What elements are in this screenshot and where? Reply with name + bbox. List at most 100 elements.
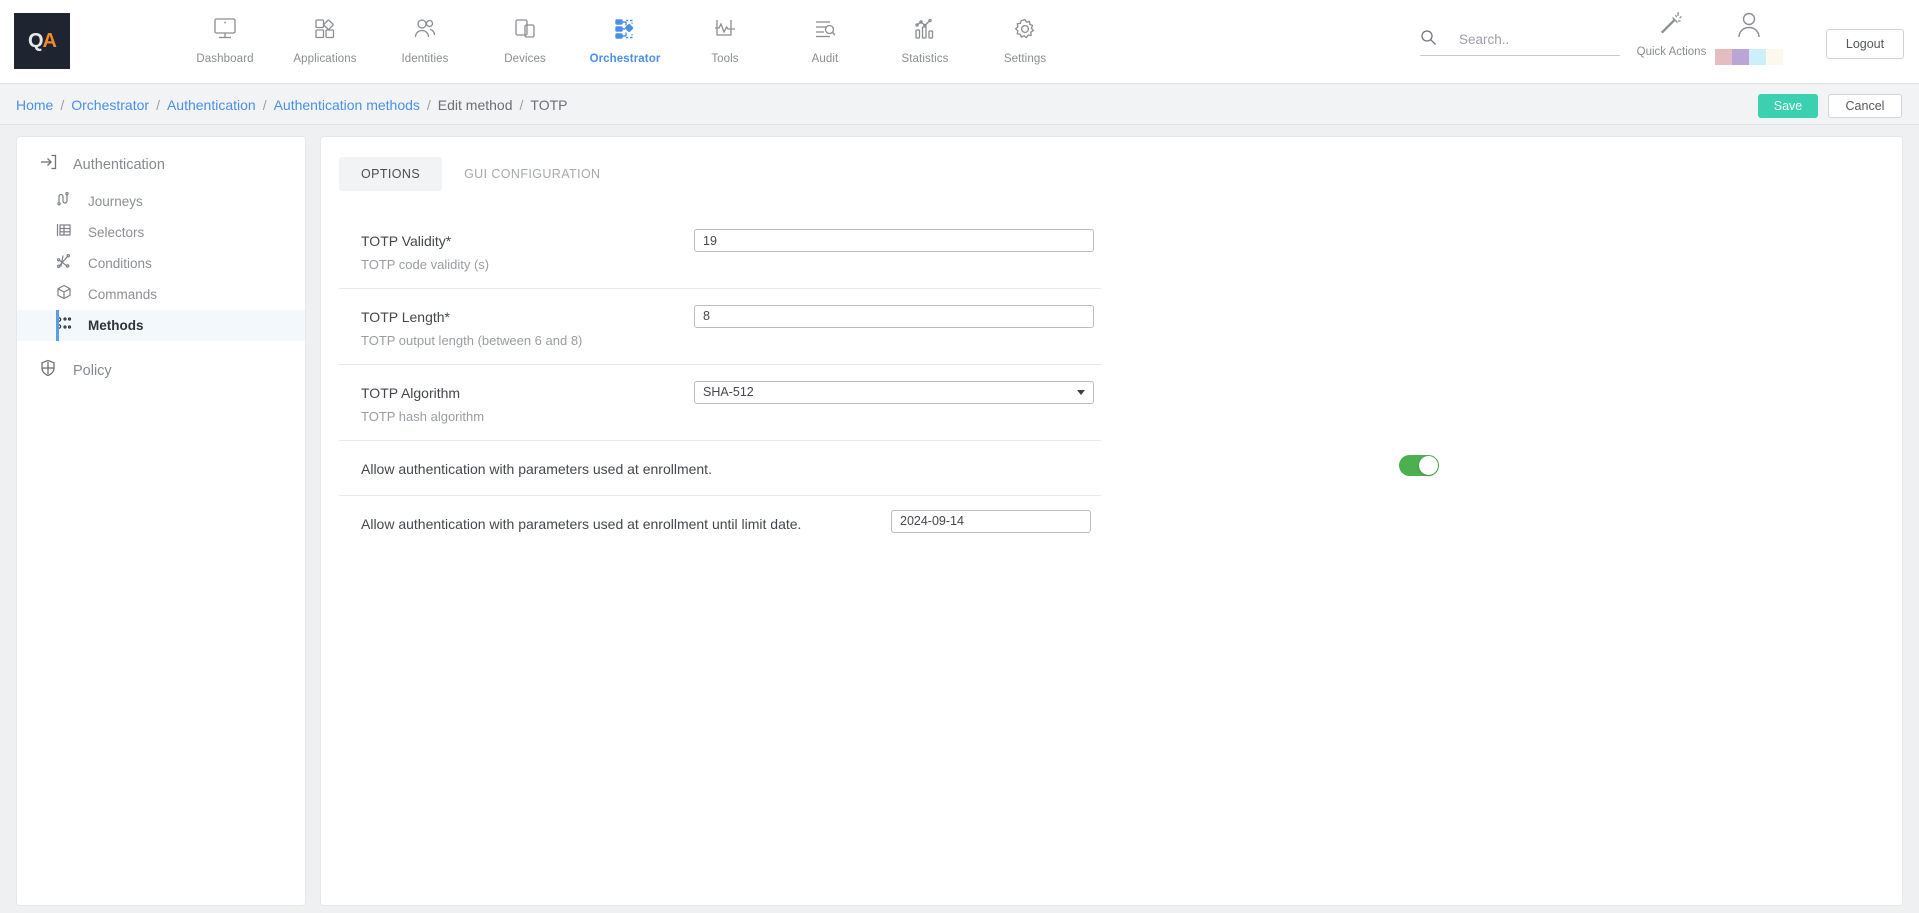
nav-label-applications: Applications bbox=[293, 53, 356, 65]
users-icon bbox=[412, 14, 438, 44]
grid-apps-icon bbox=[312, 14, 338, 44]
journeys-icon bbox=[56, 191, 72, 212]
conditions-graph-icon bbox=[56, 253, 72, 274]
nav-item-audit[interactable]: Audit bbox=[775, 8, 875, 65]
cancel-button[interactable]: Cancel bbox=[1828, 94, 1902, 118]
breadcrumb-item-home[interactable]: Home bbox=[16, 97, 53, 113]
main-navigation: Dashboard Applications bbox=[175, 8, 1075, 65]
field-row-totp-algorithm: TOTP Algorithm TOTP hash algorithm SHA-5… bbox=[339, 365, 1101, 441]
orchestrator-flow-icon bbox=[612, 14, 638, 44]
breadcrumb-item-totp: TOTP bbox=[530, 97, 567, 113]
sidebar-item-conditions[interactable]: Conditions bbox=[17, 248, 305, 279]
tab-bar: OPTIONS GUI CONFIGURATION bbox=[321, 137, 1902, 191]
swatch-2 bbox=[1732, 49, 1749, 65]
sidebar-item-label: Policy bbox=[73, 363, 112, 379]
sidebar-item-label: Selectors bbox=[88, 225, 144, 240]
nav-label-statistics: Statistics bbox=[901, 53, 948, 65]
nav-label-dashboard: Dashboard bbox=[196, 53, 253, 65]
allow-enrollment-params-toggle[interactable] bbox=[1399, 455, 1439, 476]
nav-item-orchestrator[interactable]: Orchestrator bbox=[575, 8, 675, 65]
nav-item-statistics[interactable]: Statistics bbox=[875, 8, 975, 65]
nav-label-devices: Devices bbox=[504, 53, 546, 65]
save-button[interactable]: Save bbox=[1758, 94, 1818, 118]
search-box[interactable] bbox=[1420, 24, 1620, 56]
breadcrumb: Home / Orchestrator / Authentication / A… bbox=[16, 97, 567, 113]
field-label-group: TOTP Length* TOTP output length (between… bbox=[361, 308, 701, 348]
totp-algorithm-select-wrap: SHA-512 bbox=[694, 381, 1094, 404]
field-label: Allow authentication with parameters use… bbox=[361, 460, 1061, 479]
magic-wand-icon bbox=[1659, 10, 1685, 41]
nav-item-tools[interactable]: Tools bbox=[675, 8, 775, 65]
nav-label-tools: Tools bbox=[711, 53, 738, 65]
nav-item-applications[interactable]: Applications bbox=[275, 8, 375, 65]
field-control bbox=[694, 305, 1094, 328]
sidebar-items: Journeys Selectors Condit bbox=[17, 186, 305, 341]
field-label-group: Allow authentication with parameters use… bbox=[361, 460, 1061, 479]
logo-text: QA bbox=[28, 31, 56, 51]
logo-letter-q: Q bbox=[28, 30, 43, 52]
totp-algorithm-select[interactable]: SHA-512 bbox=[694, 381, 1094, 404]
enrollment-limit-date-input[interactable] bbox=[891, 510, 1091, 533]
selectors-table-icon bbox=[56, 222, 72, 243]
swatch-1 bbox=[1715, 49, 1732, 65]
breadcrumb-separator: / bbox=[60, 97, 64, 113]
theme-swatches[interactable] bbox=[1715, 49, 1783, 65]
nav-item-identities[interactable]: Identities bbox=[375, 8, 475, 65]
nav-label-identities: Identities bbox=[401, 53, 448, 65]
field-control bbox=[891, 510, 1091, 533]
sidebar-header-authentication[interactable]: Authentication bbox=[17, 137, 305, 182]
nav-label-settings: Settings bbox=[1004, 53, 1046, 65]
tab-options[interactable]: OPTIONS bbox=[339, 157, 442, 191]
nav-label-audit: Audit bbox=[812, 53, 839, 65]
field-row-totp-validity: TOTP Validity* TOTP code validity (s) bbox=[339, 213, 1101, 289]
breadcrumb-bar: Home / Orchestrator / Authentication / A… bbox=[0, 85, 1919, 125]
totp-length-input[interactable] bbox=[694, 305, 1094, 328]
tools-pulse-icon bbox=[712, 14, 738, 44]
breadcrumb-item-edit-method: Edit method bbox=[438, 97, 513, 113]
app-logo[interactable]: QA bbox=[14, 13, 70, 69]
monitor-icon bbox=[212, 14, 238, 44]
search-icon bbox=[1420, 29, 1437, 51]
top-header-bar: QA Dashboard Applicatio bbox=[0, 0, 1919, 84]
sidebar-item-label: Journeys bbox=[88, 194, 143, 209]
sidebar-item-selectors[interactable]: Selectors bbox=[17, 217, 305, 248]
avatar[interactable] bbox=[1714, 10, 1784, 65]
field-control bbox=[1399, 455, 1439, 476]
nav-item-devices[interactable]: Devices bbox=[475, 8, 575, 65]
breadcrumb-item-authentication-methods[interactable]: Authentication methods bbox=[274, 97, 420, 113]
field-hint: TOTP code validity (s) bbox=[361, 257, 701, 272]
sidebar-item-policy[interactable]: Policy bbox=[17, 341, 305, 382]
nav-item-dashboard[interactable]: Dashboard bbox=[175, 8, 275, 65]
sidebar: Authentication Journeys Selectors bbox=[16, 136, 306, 906]
logout-button[interactable]: Logout bbox=[1826, 29, 1904, 59]
sidebar-item-label: Commands bbox=[88, 287, 157, 302]
field-label: TOTP Length* bbox=[361, 308, 701, 327]
field-label: TOTP Validity* bbox=[361, 232, 701, 251]
options-form: TOTP Validity* TOTP code validity (s) TO… bbox=[339, 213, 1101, 549]
search-input[interactable] bbox=[1459, 32, 1599, 47]
commands-cube-icon bbox=[56, 284, 72, 305]
breadcrumb-item-authentication[interactable]: Authentication bbox=[167, 97, 256, 113]
devices-icon bbox=[512, 14, 538, 44]
breadcrumb-separator: / bbox=[520, 97, 524, 113]
sidebar-item-commands[interactable]: Commands bbox=[17, 279, 305, 310]
field-label-group: TOTP Algorithm TOTP hash algorithm bbox=[361, 384, 701, 424]
quick-actions-button[interactable]: Quick Actions bbox=[1629, 10, 1714, 58]
sidebar-item-methods[interactable]: Methods bbox=[17, 310, 305, 341]
field-row-allow-enrollment-params-limit-date: Allow authentication with parameters use… bbox=[339, 496, 1101, 550]
field-label: TOTP Algorithm bbox=[361, 384, 701, 403]
field-hint: TOTP hash algorithm bbox=[361, 409, 701, 424]
field-hint: TOTP output length (between 6 and 8) bbox=[361, 333, 701, 348]
nav-item-settings[interactable]: Settings bbox=[975, 8, 1075, 65]
sidebar-item-journeys[interactable]: Journeys bbox=[17, 186, 305, 217]
statistics-chart-icon bbox=[912, 14, 938, 44]
sidebar-header-label: Authentication bbox=[73, 157, 165, 173]
breadcrumb-item-orchestrator[interactable]: Orchestrator bbox=[71, 97, 149, 113]
totp-validity-input[interactable] bbox=[694, 229, 1094, 252]
login-arrow-icon bbox=[39, 153, 57, 176]
user-avatar-icon bbox=[1734, 10, 1764, 45]
shield-icon bbox=[39, 359, 57, 382]
swatch-4 bbox=[1766, 49, 1783, 65]
breadcrumb-separator: / bbox=[427, 97, 431, 113]
tab-gui-configuration[interactable]: GUI CONFIGURATION bbox=[442, 157, 622, 191]
